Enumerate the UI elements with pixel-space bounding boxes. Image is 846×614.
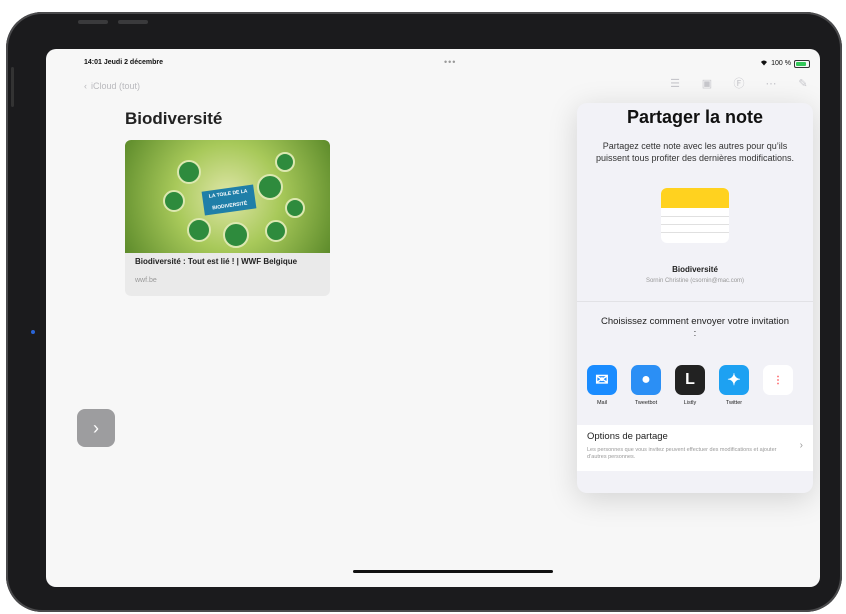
options-title: Options de partage xyxy=(587,431,668,442)
compose-icon[interactable]: ✎ xyxy=(796,78,810,90)
back-button[interactable]: ‹ iCloud (tout) xyxy=(84,81,140,91)
side-button xyxy=(11,67,14,107)
link-preview-card[interactable]: LA TOILE DE LA BIODIVERSITÉ Biodiversité… xyxy=(125,140,330,296)
screen: 14:01 Jeudi 2 décembre ••• 100 % ‹ iClou… xyxy=(46,49,820,587)
bird-icon xyxy=(275,152,295,172)
chevron-left-icon: ‹ xyxy=(84,81,87,91)
share-options-row[interactable]: Options de partage Les personnes que vou… xyxy=(577,425,813,471)
fish-icon xyxy=(187,218,211,242)
app-label: Listly xyxy=(683,400,697,406)
tweetbot-icon: ● xyxy=(631,365,661,395)
invite-prompt: Choisissez comment envoyer votre invitat… xyxy=(601,316,789,339)
share-app-twitter[interactable]: ✦ Twitter xyxy=(719,365,749,406)
link-title: Biodiversité : Tout est lié ! | WWF Belg… xyxy=(135,257,298,266)
bee-icon xyxy=(163,190,185,212)
markup-icon[interactable]: Ⓕ xyxy=(732,78,746,90)
share-app-more[interactable]: ⋮ xyxy=(763,365,793,406)
insect-icon xyxy=(285,198,305,218)
app-label: Tweetbot xyxy=(634,400,658,406)
document-owner: Sornin Christine (csornin@mac.com) xyxy=(645,278,745,284)
options-description: Les personnes que vous invitez peuvent e… xyxy=(587,447,777,460)
link-domain: wwf.be xyxy=(135,277,157,284)
volume-button xyxy=(78,20,108,24)
mail-icon: ✉ xyxy=(587,365,617,395)
date-text: Jeudi 2 décembre xyxy=(103,59,163,66)
note-title: Biodiversité xyxy=(125,109,223,128)
listly-icon: L xyxy=(675,365,705,395)
twitter-icon: ✦ xyxy=(719,365,749,395)
more-icon[interactable]: ⋯ xyxy=(764,78,778,90)
chevron-right-icon: › xyxy=(799,440,803,451)
notes-document-icon xyxy=(661,188,729,243)
status-time: 14:01 Jeudi 2 décembre xyxy=(84,59,163,66)
flower-icon xyxy=(257,174,283,200)
tree-icon xyxy=(223,222,249,248)
status-right: 100 % xyxy=(760,59,810,68)
app-label: Mail xyxy=(596,400,608,406)
share-description: Partagez cette note avec les autres pour… xyxy=(595,141,795,163)
volume-button xyxy=(118,20,148,24)
link-preview-image: LA TOILE DE LA BIODIVERSITÉ xyxy=(125,140,330,253)
share-app-listly[interactable]: L Listly xyxy=(675,365,705,406)
more-apps-icon: ⋮ xyxy=(763,365,793,395)
checklist-icon[interactable]: ☰ xyxy=(668,78,682,90)
share-title: Partager la note xyxy=(626,107,764,127)
multitasking-dots[interactable]: ••• xyxy=(444,57,456,67)
time-text: 14:01 xyxy=(84,59,102,66)
battery-text: 100 % xyxy=(771,60,791,67)
back-label: iCloud (tout) xyxy=(91,81,141,91)
status-bar: 14:01 Jeudi 2 décembre ••• 100 % xyxy=(46,49,820,71)
frog-icon xyxy=(265,220,287,242)
leaf-icon xyxy=(177,160,201,184)
camera-dot xyxy=(31,330,35,334)
camera-icon[interactable]: ▣ xyxy=(700,78,714,90)
battery-icon xyxy=(794,59,810,68)
home-indicator[interactable] xyxy=(353,570,553,573)
wifi-icon xyxy=(760,59,768,68)
share-app-mail[interactable]: ✉ Mail xyxy=(587,365,617,406)
divider xyxy=(577,301,813,302)
wwf-banner: LA TOILE DE LA BIODIVERSITÉ xyxy=(201,184,257,216)
app-label: Twitter xyxy=(725,400,743,406)
share-app-tweetbot[interactable]: ● Tweetbot xyxy=(631,365,661,406)
document-name: Biodiversité xyxy=(672,265,718,274)
share-sheet: Partager la note Partagez cette note ave… xyxy=(577,103,813,493)
sidebar-toggle-button[interactable]: › xyxy=(77,409,115,447)
share-apps-row: ✉ Mail ● Tweetbot L Listly ✦ Twitter ⋮ xyxy=(587,365,813,406)
toolbar: ☰ ▣ Ⓕ ⋯ ✎ xyxy=(668,78,810,90)
